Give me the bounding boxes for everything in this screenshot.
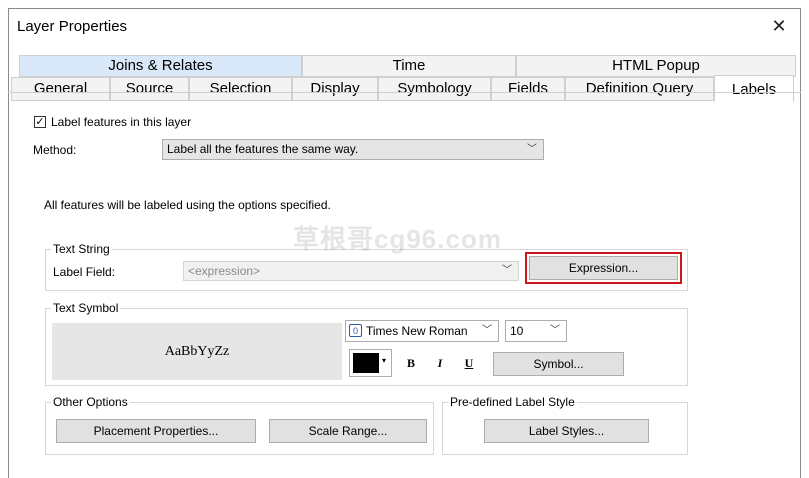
italic-button[interactable]: I xyxy=(429,352,451,374)
tab-joins-relates[interactable]: Joins & Relates xyxy=(19,55,302,77)
predefined-label-style-group-label: Pre-defined Label Style xyxy=(448,395,577,409)
label-field-select[interactable]: <expression> ﹀ xyxy=(183,261,519,281)
expression-button[interactable]: Expression... xyxy=(529,256,678,280)
chevron-down-icon: ﹀ xyxy=(527,144,537,155)
info-text: All features will be labeled using the o… xyxy=(44,198,331,212)
font-value: Times New Roman xyxy=(366,324,468,338)
color-picker[interactable]: ▾ xyxy=(349,349,392,377)
symbol-button[interactable]: Symbol... xyxy=(493,352,624,376)
color-swatch xyxy=(353,353,379,373)
method-select[interactable]: Label all the features the same way. ﹀ xyxy=(162,139,544,160)
label-styles-button[interactable]: Label Styles... xyxy=(484,419,649,443)
dialog-title: Layer Properties xyxy=(17,18,128,35)
method-value: Label all the features the same way. xyxy=(167,142,359,156)
other-options-group-label: Other Options xyxy=(51,395,130,409)
label-features-checkbox[interactable]: ✓ xyxy=(34,116,46,128)
underline-button[interactable]: U xyxy=(458,352,480,374)
label-features-text: Label features in this layer xyxy=(51,115,192,129)
font-size-value: 10 xyxy=(510,324,524,338)
label-field-label: Label Field: xyxy=(53,265,116,279)
placement-properties-button[interactable]: Placement Properties... xyxy=(56,419,256,443)
close-icon[interactable]: ✕ xyxy=(766,13,792,39)
labels-tab-panel: ✓ Label features in this layer Method: L… xyxy=(8,92,801,478)
bold-button[interactable]: B xyxy=(400,352,422,374)
chevron-down-icon: ﹀ xyxy=(550,325,560,336)
tab-time[interactable]: Time xyxy=(302,55,516,77)
title-bar: Layer Properties ✕ xyxy=(9,9,800,45)
text-symbol-preview: AaBbYyZz xyxy=(52,323,342,380)
font-type-icon: 0 xyxy=(349,324,362,337)
text-symbol-group-label: Text Symbol xyxy=(51,301,121,315)
font-select[interactable]: 0 Times New Roman ﹀ xyxy=(345,320,499,342)
method-label: Method: xyxy=(33,143,77,157)
chevron-down-icon: ﹀ xyxy=(502,265,512,276)
dropdown-arrow-icon: ▾ xyxy=(382,356,387,365)
text-string-group-label: Text String xyxy=(51,242,112,256)
tab-html-popup[interactable]: HTML Popup xyxy=(516,55,796,77)
font-size-select[interactable]: 10 ﹀ xyxy=(505,320,567,342)
scale-range-button[interactable]: Scale Range... xyxy=(269,419,427,443)
label-field-value: <expression> xyxy=(188,264,261,278)
watermark: 草根哥cg96.com xyxy=(293,224,502,254)
chevron-down-icon: ﹀ xyxy=(482,325,492,336)
